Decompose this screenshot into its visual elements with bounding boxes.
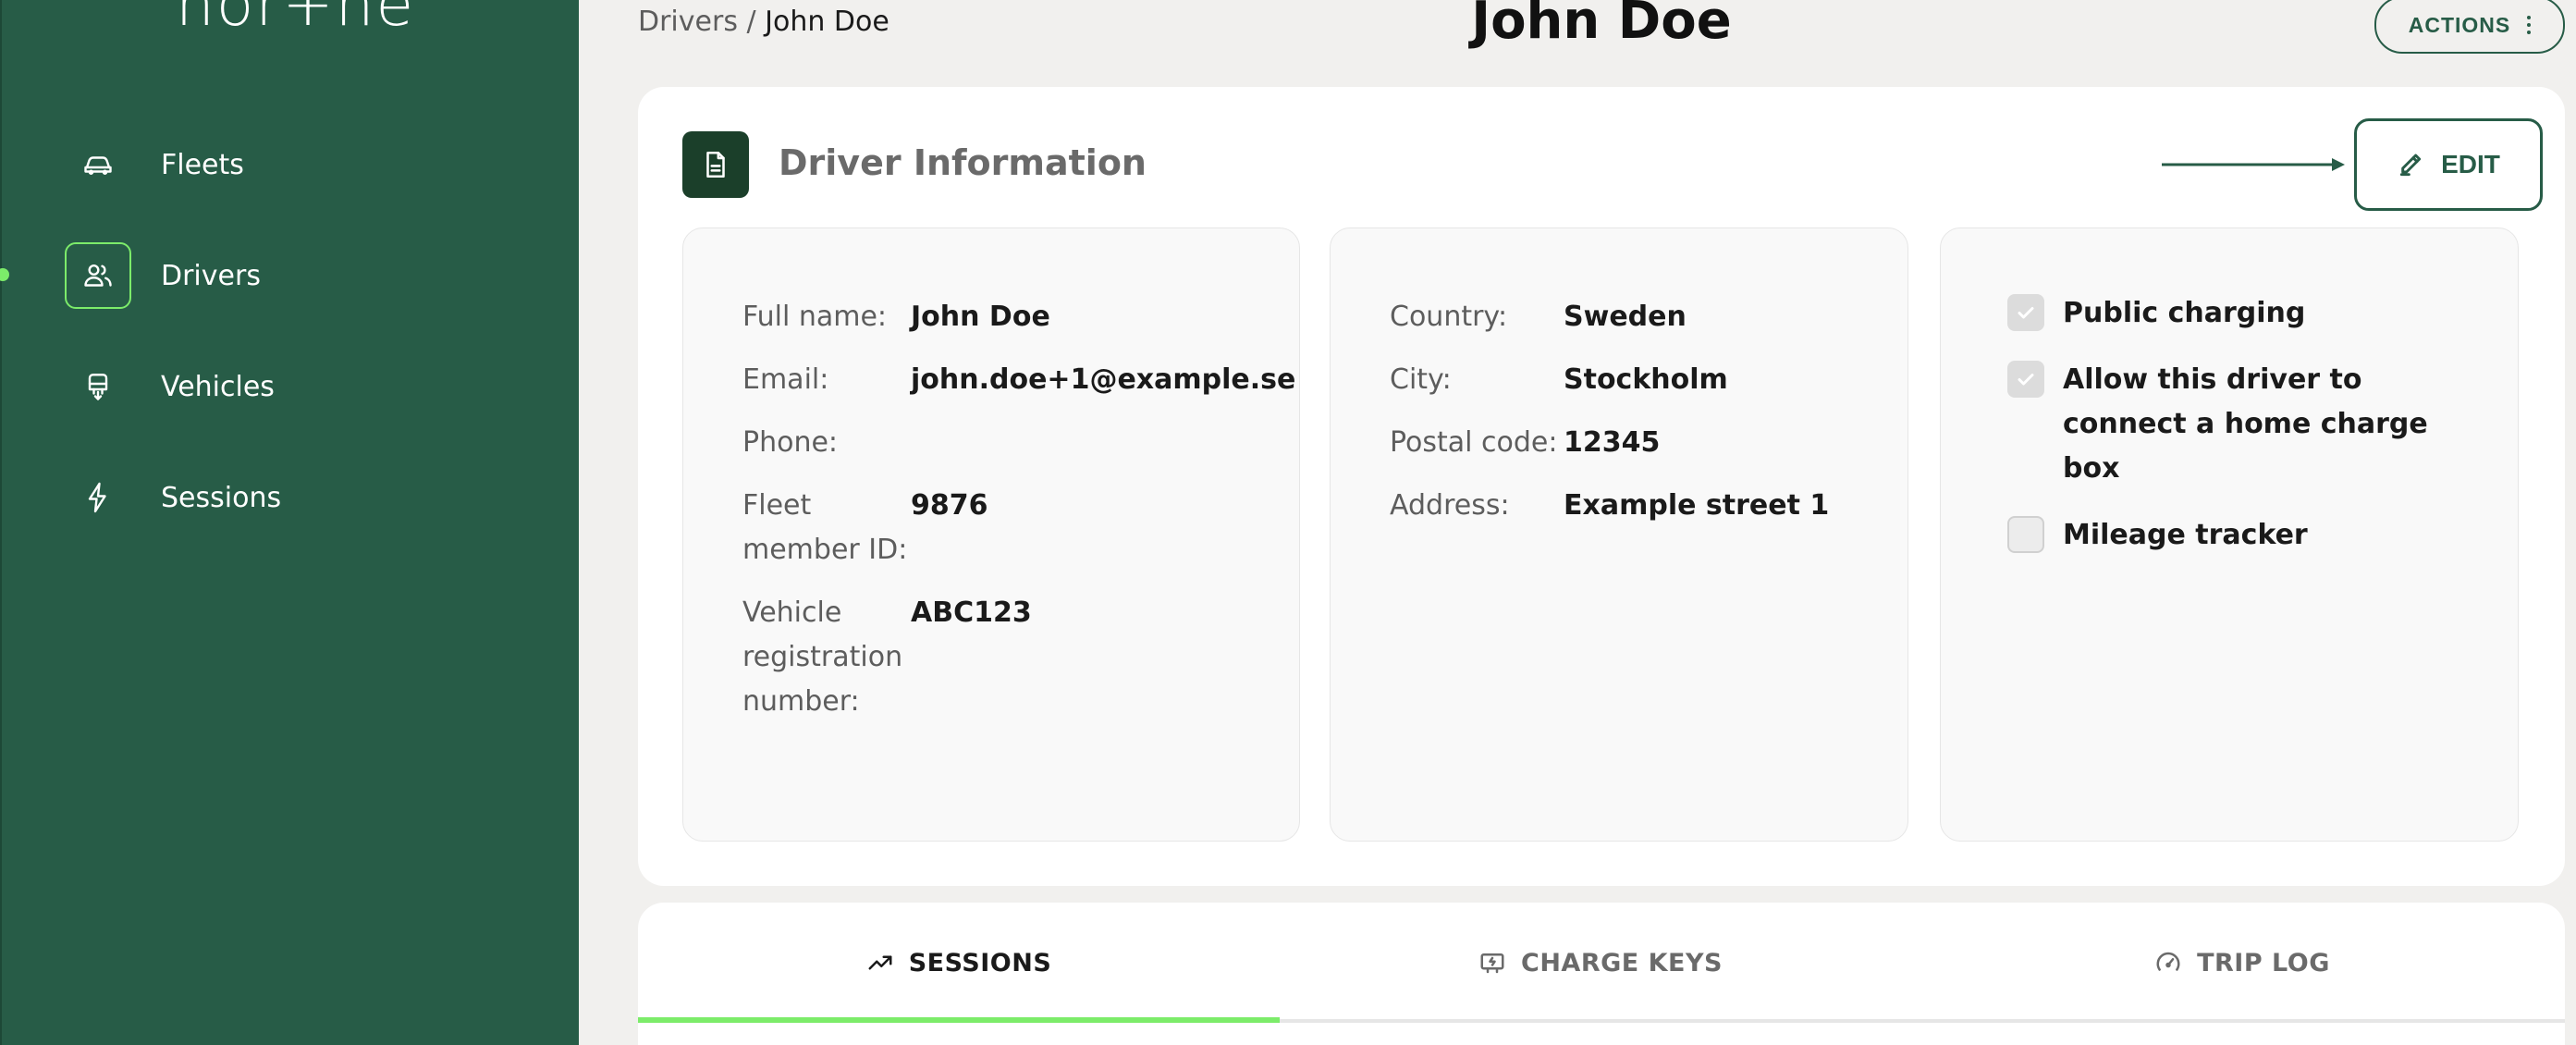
charge-key-icon [1480,953,1504,974]
field-label: Vehicle registration number: [742,596,903,718]
field-fleet-member-id: Fleet member ID: 9876 [742,484,1295,572]
vehicle-registration-value: ABC123 [911,596,1032,629]
active-tab-underline [638,1017,1280,1023]
country-value: Sweden [1564,301,1687,333]
field-phone: Phone: [742,421,1295,465]
sidebar-item-label: Sessions [161,481,282,514]
field-label: Phone: [742,426,839,459]
driver-information-card: Driver Information EDIT Full name: John … [638,87,2565,886]
city-value: Stockholm [1564,363,1728,396]
sidebar-edge [0,0,2,1045]
postal-code-value: 12345 [1564,426,1661,459]
card-title: Driver Information [779,142,1147,183]
tab-charge-keys[interactable]: CHARGE KEYS [1280,903,1921,1023]
charger-icon [65,353,131,420]
option-home-charge-box: Allow this driver to connect a home char… [2007,358,2488,491]
edit-button[interactable]: EDIT [2354,118,2543,211]
address-value: Example street 1 [1564,489,1830,522]
option-public-charging: Public charging [2007,291,2488,336]
sidebar-item-label: Drivers [161,259,261,292]
home-charge-box-checkbox[interactable] [2007,361,2044,398]
checkbox-label: Allow this driver to connect a home char… [2063,363,2428,485]
field-label: Postal code: [1390,426,1558,459]
brand-logo[interactable]: nor+he [176,0,415,35]
users-icon [65,242,131,309]
checkmark-icon [2018,307,2034,319]
field-address: Address: Example street 1 [1390,484,1829,528]
address-panel: Country: Sweden City: Stockholm Postal c… [1330,227,1908,842]
options-panel: Public charging Allow this driver to con… [1940,227,2519,842]
breadcrumb: Drivers / John Doe [638,6,889,38]
document-icon [682,131,749,198]
mileage-tracker-checkbox[interactable] [2007,516,2044,553]
field-email: Email: john.doe+1@example.se [742,358,1295,402]
trend-icon [868,955,892,970]
checkbox-label: Public charging [2063,297,2306,329]
sidebar-item-drivers[interactable]: Drivers [65,242,261,309]
option-mileage-tracker: Mileage tracker [2007,513,2488,558]
breadcrumb-separator: / [737,6,766,38]
breadcrumb-link-drivers[interactable]: Drivers [638,6,738,38]
email-value: john.doe+1@example.se [911,363,1296,396]
checkbox-label: Mileage tracker [2063,519,2308,551]
checkmark-icon [2018,374,2034,386]
page-title: John Doe [1471,0,1732,51]
field-country: Country: Sweden [1390,295,1829,339]
lightning-icon [65,464,131,531]
field-label: City: [1390,363,1452,396]
full-name-value: John Doe [911,301,1050,333]
field-label: Address: [1390,489,1510,522]
field-label: Country: [1390,301,1508,333]
tab-label: CHARGE KEYS [1521,948,1723,977]
car-icon [65,131,131,198]
field-vehicle-registration: Vehicle registration number: ABC123 [742,591,1295,724]
tab-label: SESSIONS [908,948,1052,977]
tab-label: TRIP LOG [2197,948,2330,977]
field-city: City: Stockholm [1390,358,1829,402]
sidebar-item-label: Vehicles [161,370,275,403]
speedometer-icon [2156,952,2180,971]
active-indicator-dot [0,268,9,281]
personal-details-panel: Full name: John Doe Email: john.doe+1@ex… [682,227,1300,842]
edit-button-label: EDIT [2441,150,2500,178]
field-label: Full name: [742,301,888,333]
kebab-menu-icon [2527,16,2532,34]
fleet-member-id-value: 9876 [911,489,988,522]
arrow-right-icon [2162,158,2345,171]
sidebar-item-sessions[interactable]: Sessions [65,464,281,531]
sidebar-item-vehicles[interactable]: Vehicles [65,353,275,420]
field-label: Email: [742,363,829,396]
public-charging-checkbox[interactable] [2007,294,2044,331]
actions-button[interactable]: ACTIONS [2374,0,2565,54]
tabs-card: SESSIONS CHARGE KEYS TRIP LOG [638,903,2565,1045]
sidebar-item-label: Fleets [161,148,244,181]
tab-sessions[interactable]: SESSIONS [638,903,1280,1023]
breadcrumb-current: John Doe [765,6,889,38]
tab-trip-log[interactable]: TRIP LOG [1921,903,2563,1023]
field-postal-code: Postal code: 12345 [1390,421,1829,465]
field-full-name: Full name: John Doe [742,295,1295,339]
actions-button-label: ACTIONS [2408,12,2511,37]
sidebar-item-fleets[interactable]: Fleets [65,131,244,198]
field-label: Fleet member ID: [742,489,908,566]
pencil-icon [2399,154,2422,177]
sidebar: nor+he Fleets Drivers Vehicles Sessions [0,0,579,1045]
